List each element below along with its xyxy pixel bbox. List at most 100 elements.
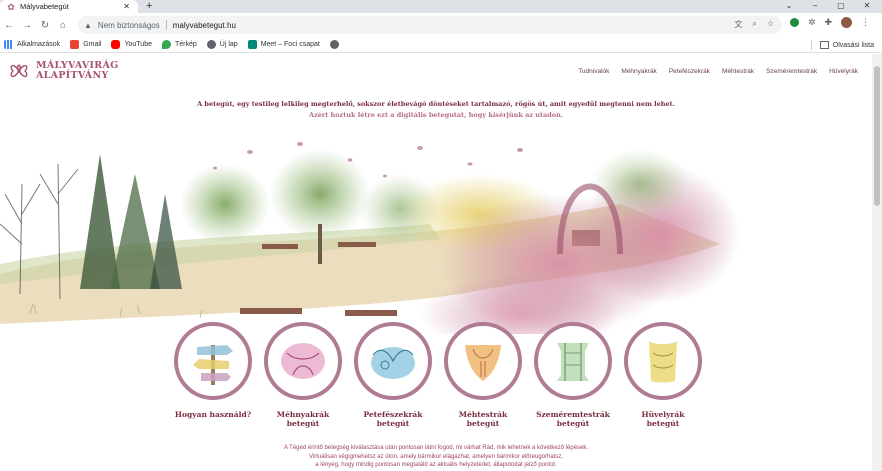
translate-icon[interactable]: 文 xyxy=(734,19,742,30)
minimize-button[interactable]: – xyxy=(802,0,828,12)
circle-mehnyakrak[interactable]: Méhnyakrák betegút xyxy=(258,322,348,428)
gmail-icon xyxy=(70,40,80,49)
vagina-icon xyxy=(649,341,677,383)
bookmarks-bar: Alkalmazások Gmail YouTube Térkép Új lap… xyxy=(0,37,882,53)
puzzle-icon[interactable]: ✚ xyxy=(825,17,833,28)
intro-text: A betegút, egy testileg lelkileg megterh… xyxy=(0,100,872,119)
nav-huvelyrak[interactable]: Hüvelyrák xyxy=(829,68,858,75)
description-line-3: a lényeg, hogy mindig pontosan megtaláld… xyxy=(315,462,557,468)
vulva-icon xyxy=(557,343,589,381)
home-icon[interactable]: ⌂ xyxy=(54,20,72,31)
main-navigation: Tudnivalók Méhnyakrák Petefészekrák Méht… xyxy=(578,68,858,75)
site-favicon-icon: ✿ xyxy=(7,1,15,12)
site-logo[interactable]: MÁLYVAVIRÁG ALAPÍTVÁNY xyxy=(6,58,119,84)
logo-line-2: ALAPÍTVÁNY xyxy=(36,70,109,81)
close-window-button[interactable]: ✕ xyxy=(854,0,880,12)
circle-label-line1: Hüvelyrák xyxy=(641,410,685,419)
bookmark-globe[interactable] xyxy=(329,40,343,49)
bookmark-apps[interactable]: Alkalmazások xyxy=(4,40,60,49)
bookmark-label: YouTube xyxy=(124,41,152,48)
circle-mehtestrak[interactable]: Méhtestrák betegút xyxy=(438,322,528,428)
circle-label-line1: Szeméremtestrák xyxy=(536,410,610,419)
tab-strip: ✿ Mályvabetegút ✕ + ⌄ – ▢ ✕ xyxy=(0,0,882,13)
circle-label-line1: Méhtestrák xyxy=(458,410,508,419)
tab-title: Mályvabetegút xyxy=(20,2,69,11)
circle-label-line1: Hogyan használd? xyxy=(174,410,252,419)
circle-label: Szeméremtestrák betegút xyxy=(528,410,618,428)
circle-label-line2: betegút xyxy=(286,419,320,428)
nav-petefeszekrak[interactable]: Petefészekrák xyxy=(669,68,710,75)
nav-mehnyakrak[interactable]: Méhnyakrák xyxy=(621,68,656,75)
meet-icon xyxy=(247,40,257,49)
bookmark-label: Új lap xyxy=(219,41,238,48)
circle-label: Petefészekrák betegút xyxy=(348,410,438,428)
uterus-icon xyxy=(465,345,501,381)
nav-mehtestrak[interactable]: Méhtestrák xyxy=(722,68,754,75)
forward-arrow-icon[interactable]: → xyxy=(18,20,36,31)
back-arrow-icon[interactable]: ← xyxy=(0,20,18,31)
circle-frame xyxy=(624,322,702,400)
security-status[interactable]: Nem biztonságos xyxy=(98,21,160,30)
new-tab-button[interactable]: + xyxy=(146,0,152,12)
bookmark-separator xyxy=(810,40,812,50)
circle-frame xyxy=(354,322,432,400)
circle-frame xyxy=(264,322,342,400)
reload-icon[interactable]: ↻ xyxy=(36,20,54,31)
bookmark-youtube[interactable]: YouTube xyxy=(111,40,152,49)
circle-frame xyxy=(174,322,252,400)
circle-label-line2: betegút xyxy=(466,419,500,428)
apps-grid-icon xyxy=(4,40,13,49)
scrollbar-thumb[interactable] xyxy=(874,66,880,206)
circle-huvelyrak[interactable]: Hüvelyrák betegút xyxy=(618,322,708,428)
youtube-icon xyxy=(111,40,121,49)
intro-line-1: A betegút, egy testileg lelkileg megterh… xyxy=(197,100,675,108)
circle-label-line2: betegút xyxy=(646,419,680,428)
warning-icon[interactable]: ▲ xyxy=(84,21,92,30)
circle-how-to-use[interactable]: Hogyan használd? xyxy=(168,322,258,419)
address-bar[interactable]: ▲ Nem biztonságos malyvabetegut.hu 文 ⌕ ☆ xyxy=(78,16,782,34)
kebab-menu-icon[interactable]: ⋮ xyxy=(861,17,870,28)
description-text: A Téged érintő betegség kiválasztása utá… xyxy=(0,444,872,470)
circle-label: Hogyan használd? xyxy=(168,410,258,419)
circle-label-line2: betegút xyxy=(376,419,410,428)
signpost-icon xyxy=(193,345,233,385)
url-text[interactable]: malyvabetegut.hu xyxy=(173,21,236,30)
circle-label: Hüvelyrák betegút xyxy=(618,410,708,428)
cervix-icon xyxy=(281,343,325,379)
reading-list[interactable]: Olvasási lista xyxy=(810,37,874,53)
tab-close-icon[interactable]: ✕ xyxy=(123,2,130,11)
maximize-button[interactable]: ▢ xyxy=(828,0,854,12)
extension-flower-icon[interactable]: ✲ xyxy=(808,17,816,28)
mallow-flower-icon xyxy=(10,64,28,78)
extensions-area: ✲ ✚ ⋮ xyxy=(790,17,870,28)
bookmark-star-icon[interactable]: ☆ xyxy=(767,19,774,30)
circle-label-line1: Méhnyakrák xyxy=(276,410,330,419)
bookmark-new-tab[interactable]: Új lap xyxy=(206,40,238,49)
intro-line-2: Azért hoztuk létre ezt a digitális beteg… xyxy=(308,111,564,119)
address-separator xyxy=(165,20,167,30)
omnibox-actions: 文 ⌕ ☆ xyxy=(734,19,774,30)
nav-szeméremtestrak[interactable]: Szeméremtestrák xyxy=(766,68,817,75)
description-line-2: Virtuálisan végigmehetsz az úton, amely … xyxy=(308,453,563,460)
globe-icon xyxy=(206,40,216,49)
bookmark-label: Térkép xyxy=(174,41,197,48)
chevron-down-icon[interactable]: ⌄ xyxy=(776,0,802,12)
zoom-icon[interactable]: ⌕ xyxy=(752,19,756,30)
browser-toolbar: ← → ↻ ⌂ ▲ Nem biztonságos malyvabetegut.… xyxy=(0,13,882,37)
circle-label: Méhtestrák betegút xyxy=(438,410,528,428)
bookmark-label: Gmail xyxy=(83,41,102,48)
profile-avatar[interactable] xyxy=(841,17,853,28)
browser-tab[interactable]: ✿ Mályvabetegút ✕ xyxy=(0,0,138,13)
circle-szeméremtestrak[interactable]: Szeméremtestrák betegút xyxy=(528,322,618,428)
ovary-icon xyxy=(371,347,415,379)
page-scrollbar[interactable] xyxy=(872,54,882,471)
nav-tudnivalok[interactable]: Tudnivalók xyxy=(578,68,609,75)
bookmark-gmail[interactable]: Gmail xyxy=(70,40,101,49)
circle-label: Méhnyakrák betegút xyxy=(258,410,348,428)
bookmark-maps[interactable]: Térkép xyxy=(161,40,197,49)
circle-petefeszekrak[interactable]: Petefészekrák betegút xyxy=(348,322,438,428)
globe-icon xyxy=(329,40,339,49)
extension-green-icon[interactable] xyxy=(790,18,799,27)
bookmark-meet[interactable]: Meet – Foci csapat xyxy=(247,40,320,49)
circle-frame xyxy=(444,322,522,400)
